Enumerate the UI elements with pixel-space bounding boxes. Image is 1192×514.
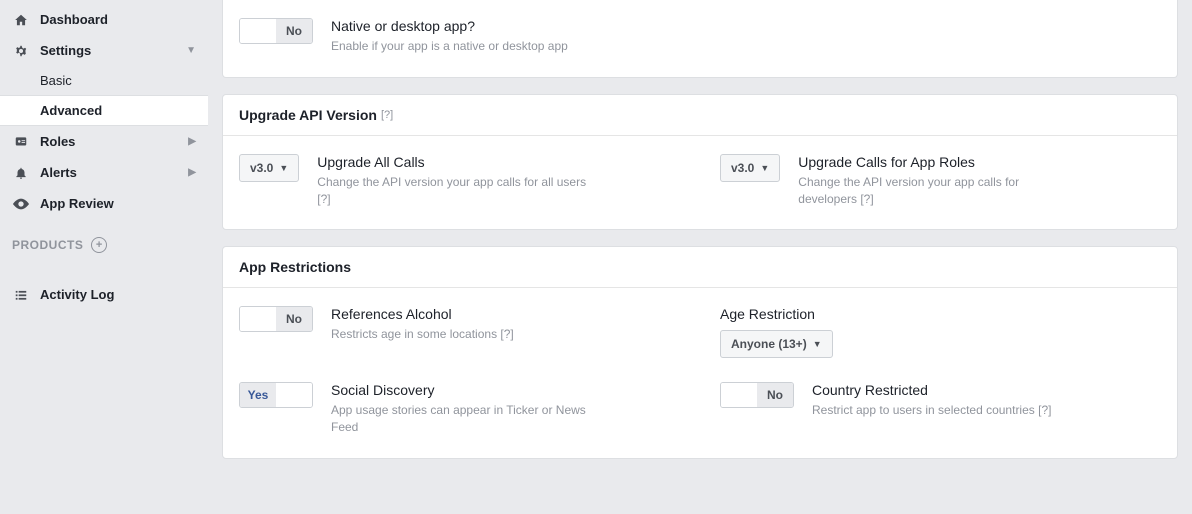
nav-label: Basic: [40, 73, 72, 88]
add-product-icon[interactable]: +: [91, 237, 107, 253]
upgrade-roles-desc: Change the API version your app calls fo…: [798, 174, 1078, 208]
card-header: Upgrade API Version [?]: [223, 95, 1177, 136]
sidebar-item-settings[interactable]: Settings ▼: [0, 35, 208, 66]
toggle-no-label: No: [276, 19, 312, 43]
age-restriction-select[interactable]: Anyone (13+) ▼: [720, 330, 833, 358]
roles-icon: [12, 135, 30, 149]
sidebar: Dashboard Settings ▼ Basic Advanced Role…: [0, 0, 208, 514]
alcohol-desc: Restricts age in some locations [?]: [331, 326, 514, 343]
chevron-right-icon: ▶: [188, 167, 196, 178]
country-title: Country Restricted: [812, 382, 1051, 398]
help-icon[interactable]: [?]: [381, 109, 393, 121]
upgrade-all-desc: Change the API version your app calls fo…: [317, 174, 597, 208]
sidebar-sub-basic[interactable]: Basic: [0, 66, 208, 95]
toggle-yes-label: Yes: [240, 383, 276, 407]
chevron-right-icon: ▶: [188, 136, 196, 147]
nav-label: Roles: [40, 134, 75, 149]
caret-down-icon: ▼: [813, 339, 822, 349]
social-title: Social Discovery: [331, 382, 611, 398]
country-desc: Restrict app to users in selected countr…: [812, 402, 1051, 419]
native-app-desc: Enable if your app is a native or deskto…: [331, 38, 568, 55]
native-app-card: No Native or desktop app? Enable if your…: [222, 0, 1178, 78]
sidebar-item-alerts[interactable]: Alerts ▶: [0, 157, 208, 188]
header-title: Upgrade API Version: [239, 107, 377, 123]
caret-down-icon: ▼: [279, 163, 288, 173]
country-restricted-toggle[interactable]: No: [720, 382, 794, 408]
select-value: v3.0: [731, 161, 754, 175]
nav-label: Advanced: [40, 103, 102, 118]
nav-label: Dashboard: [40, 12, 108, 27]
card-header: App Restrictions: [223, 247, 1177, 288]
age-title: Age Restriction: [720, 306, 833, 322]
sidebar-item-activity-log[interactable]: Activity Log: [0, 279, 208, 310]
social-discovery-toggle[interactable]: Yes: [239, 382, 313, 408]
sidebar-item-dashboard[interactable]: Dashboard: [0, 4, 208, 35]
nav-label: Alerts: [40, 165, 77, 180]
alcohol-toggle[interactable]: No: [239, 306, 313, 332]
app-restrictions-card: App Restrictions No References Alcohol R…: [222, 246, 1178, 459]
native-app-toggle[interactable]: No: [239, 18, 313, 44]
main-content: No Native or desktop app? Enable if your…: [208, 0, 1192, 514]
nav-label: Activity Log: [40, 287, 114, 302]
header-title: App Restrictions: [239, 259, 351, 275]
chevron-down-icon: ▼: [186, 45, 196, 56]
upgrade-all-title: Upgrade All Calls: [317, 154, 597, 170]
social-desc: App usage stories can appear in Ticker o…: [331, 402, 611, 436]
select-value: Anyone (13+): [731, 337, 807, 351]
native-app-title: Native or desktop app?: [331, 18, 568, 34]
gear-icon: [12, 44, 30, 58]
sidebar-sub-advanced[interactable]: Advanced: [0, 95, 208, 126]
toggle-no-label: No: [757, 383, 793, 407]
eye-icon: [12, 198, 30, 210]
alcohol-title: References Alcohol: [331, 306, 514, 322]
select-value: v3.0: [250, 161, 273, 175]
caret-down-icon: ▼: [760, 163, 769, 173]
list-icon: [12, 288, 30, 302]
products-section-label: PRODUCTS +: [0, 219, 208, 259]
home-icon: [12, 13, 30, 27]
toggle-no-label: No: [276, 307, 312, 331]
nav-label: Settings: [40, 43, 91, 58]
upgrade-all-version-select[interactable]: v3.0 ▼: [239, 154, 299, 182]
nav-label: App Review: [40, 196, 114, 211]
label-text: PRODUCTS: [12, 238, 83, 252]
sidebar-item-app-review[interactable]: App Review: [0, 188, 208, 219]
upgrade-roles-version-select[interactable]: v3.0 ▼: [720, 154, 780, 182]
bell-icon: [12, 166, 30, 180]
sidebar-item-roles[interactable]: Roles ▶: [0, 126, 208, 157]
upgrade-roles-title: Upgrade Calls for App Roles: [798, 154, 1078, 170]
upgrade-api-card: Upgrade API Version [?] v3.0 ▼ Upgrade A…: [222, 94, 1178, 231]
